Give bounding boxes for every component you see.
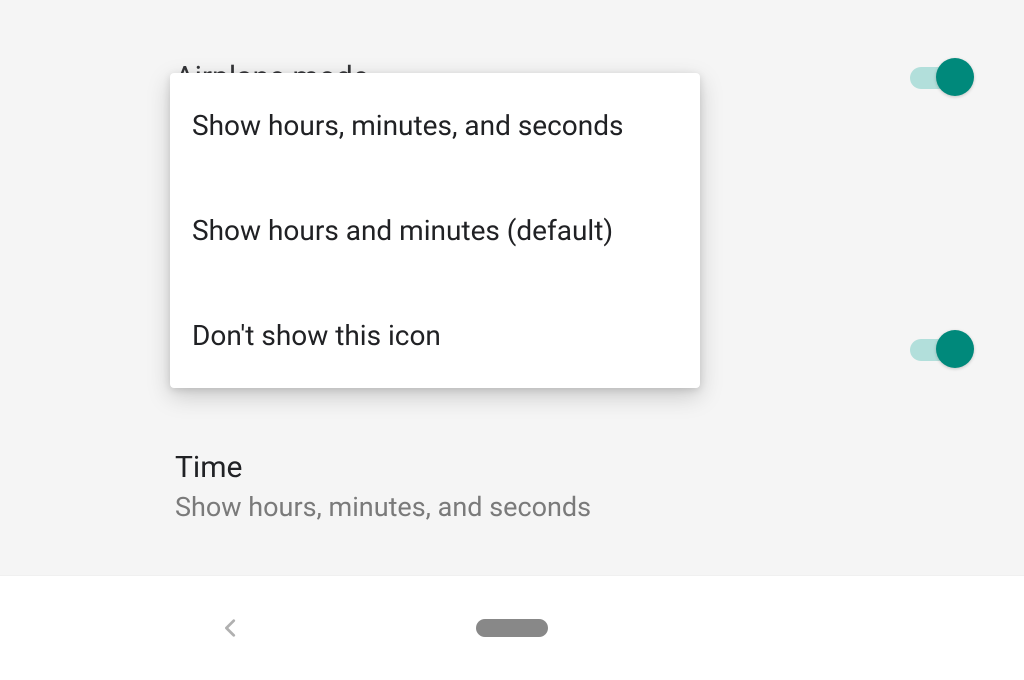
home-pill-button[interactable] <box>476 619 548 637</box>
popup-option-hms[interactable]: Show hours, minutes, and seconds <box>170 81 700 178</box>
popup-option-hm-default[interactable]: Show hours and minutes (default) <box>170 178 700 283</box>
back-button[interactable] <box>220 617 242 639</box>
popup-option-hide[interactable]: Don't show this icon <box>170 283 700 380</box>
toggle-thumb <box>936 330 974 368</box>
toggle-thumb <box>936 58 974 96</box>
time-title: Time <box>175 450 591 485</box>
airplane-mode-toggle[interactable] <box>910 58 974 96</box>
navigation-bar <box>0 575 1024 680</box>
chevron-left-icon <box>220 617 242 639</box>
time-subtitle: Show hours, minutes, and seconds <box>175 491 591 523</box>
time-options-popup: Show hours, minutes, and seconds Show ho… <box>170 73 700 388</box>
secondary-toggle[interactable] <box>910 330 974 368</box>
settings-content: Airplane mode Show hours, minutes, and s… <box>0 0 1024 575</box>
time-setting-row[interactable]: Time Show hours, minutes, and seconds <box>175 450 591 523</box>
